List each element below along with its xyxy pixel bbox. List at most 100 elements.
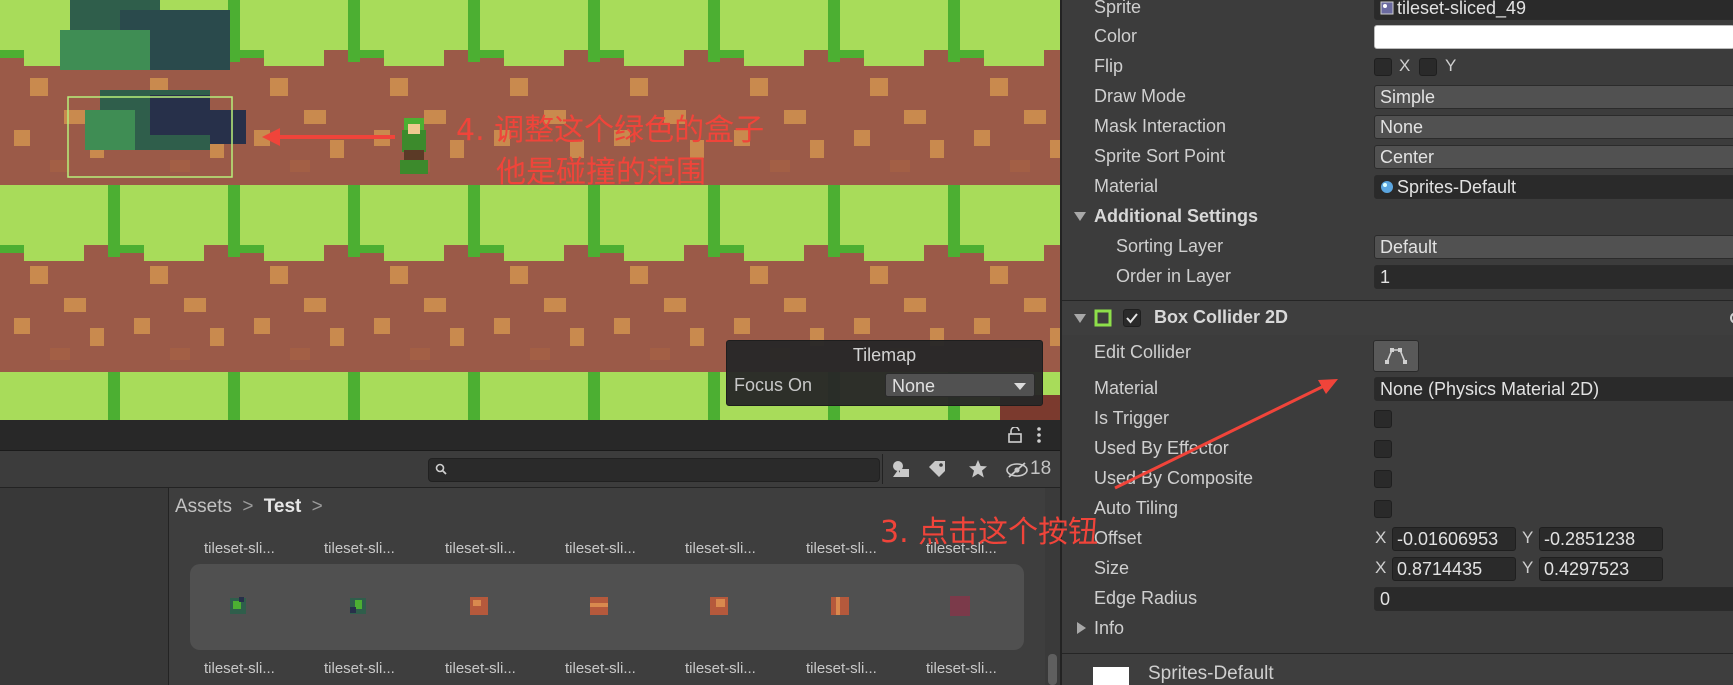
lock-icon[interactable]	[1008, 427, 1022, 443]
asset-label[interactable]: tileset-sli...	[445, 660, 516, 677]
dirt-spot	[750, 266, 768, 284]
grass-tile	[960, 0, 1060, 50]
material-row: Material Sprites-Default	[1062, 172, 1733, 202]
asset-label[interactable]: tileset-sli...	[565, 660, 636, 677]
breadcrumb-assets[interactable]: Assets	[175, 496, 232, 517]
scrollbar-thumb[interactable]	[1048, 654, 1057, 685]
grass-edge	[468, 0, 480, 62]
focus-on-dropdown[interactable]: None	[885, 373, 1035, 397]
grass-edge	[468, 185, 480, 257]
kebab-menu-icon[interactable]	[1036, 427, 1042, 443]
sprite-sort-point-dropdown[interactable]: Center	[1374, 145, 1733, 169]
collider-material-field[interactable]: None (Physics Material 2D)	[1374, 377, 1733, 401]
material-field[interactable]: Sprites-Default	[1374, 175, 1733, 199]
sprite-thumbnail[interactable]	[588, 595, 610, 617]
dirt-spot	[990, 78, 1008, 96]
sprite-thumbnail[interactable]	[708, 595, 730, 617]
grass-edge	[0, 50, 24, 58]
dirt-spot	[254, 318, 270, 334]
material-sphere-icon	[1381, 181, 1393, 193]
sprite-thumbnail[interactable]	[227, 595, 249, 617]
used-by-composite-checkbox[interactable]	[1374, 470, 1392, 488]
grass-tile	[624, 50, 684, 66]
asset-label[interactable]: tileset-sli...	[926, 660, 997, 677]
asset-label[interactable]: tileset-sli...	[806, 660, 877, 677]
collider-material-row: Material None (Physics Material 2D)	[1062, 374, 1733, 404]
asset-label[interactable]: tileset-sli...	[324, 660, 395, 677]
flip-y-checkbox[interactable]	[1419, 58, 1437, 76]
material-footer[interactable]: Sprites-Default	[1062, 653, 1733, 685]
asset-label[interactable]: tileset-sli...	[565, 540, 636, 557]
grass-edge	[348, 372, 360, 420]
dirt-shade	[650, 348, 670, 360]
favorite-star-icon[interactable]	[961, 455, 995, 483]
dirt-spot	[614, 318, 630, 334]
annotation-3: 3. 点击这个按钮	[880, 515, 1099, 550]
edit-collider-button[interactable]	[1373, 340, 1419, 372]
auto-tiling-checkbox[interactable]	[1374, 500, 1392, 518]
offset-y-input[interactable]: -0.2851238	[1539, 527, 1663, 551]
size-x-input[interactable]: 0.8714435	[1392, 557, 1516, 581]
asset-label[interactable]: tileset-sli...	[204, 540, 275, 557]
grass-edge	[108, 372, 120, 420]
grass-tile	[0, 185, 108, 245]
scene-view[interactable]: 4. 调整这个绿色的盒子 他是碰撞的范围 Tilemap Focus On No…	[0, 0, 1060, 420]
info-foldout[interactable]: Info	[1062, 614, 1733, 644]
asset-label[interactable]: tileset-sli...	[806, 540, 877, 557]
material-preview-swatch	[1093, 667, 1129, 685]
draw-mode-dropdown[interactable]: Simple	[1374, 85, 1733, 109]
sprite-thumbnail[interactable]	[949, 595, 971, 617]
color-swatch[interactable]	[1374, 25, 1733, 49]
foldout-arrow-icon[interactable]	[1074, 212, 1086, 221]
is-trigger-checkbox[interactable]	[1374, 410, 1392, 428]
asset-label[interactable]: tileset-sli...	[685, 660, 756, 677]
search-input[interactable]	[453, 460, 877, 480]
asset-label[interactable]: tileset-sli...	[324, 540, 395, 557]
mask-interaction-dropdown[interactable]: None	[1374, 115, 1733, 139]
dirt-spot	[664, 298, 686, 312]
used-by-effector-checkbox[interactable]	[1374, 440, 1392, 458]
offset-x-input[interactable]: -0.01606953	[1392, 527, 1516, 551]
edge-radius-input[interactable]: 0	[1374, 587, 1733, 611]
grass-edge	[828, 0, 840, 62]
sprite-thumbnail[interactable]	[829, 595, 851, 617]
expanded-sprite-sheet[interactable]	[190, 564, 1024, 650]
size-y-input[interactable]: 0.4297523	[1539, 557, 1663, 581]
asset-label[interactable]: tileset-sli...	[204, 660, 275, 677]
sprite-field[interactable]: tileset-sliced_49	[1374, 0, 1733, 20]
dirt-spot	[870, 266, 888, 284]
hidden-packages-button[interactable]: 18	[1004, 455, 1056, 483]
asset-label[interactable]: tileset-sli...	[685, 540, 756, 557]
dirt-spot	[134, 318, 150, 334]
component-settings-icon[interactable]	[1728, 310, 1733, 326]
grass-tile	[120, 372, 228, 420]
folder-tree[interactable]	[0, 488, 169, 685]
sprite-thumbnail[interactable]	[347, 595, 369, 617]
grass-tile	[360, 185, 468, 245]
filter-by-type-icon[interactable]	[884, 455, 918, 483]
filter-by-label-icon[interactable]	[920, 455, 954, 483]
sprite-sort-point-row: Sprite Sort Point Center	[1062, 142, 1733, 172]
grass-tile	[504, 50, 564, 66]
flip-x-checkbox[interactable]	[1374, 58, 1392, 76]
edit-collider-label: Edit Collider	[1094, 342, 1192, 362]
dirt-spot	[270, 266, 288, 284]
grass-edge	[708, 0, 720, 62]
sorting-layer-dropdown[interactable]: Default	[1374, 235, 1733, 259]
additional-settings-foldout[interactable]: Additional Settings	[1062, 202, 1733, 232]
grass-tile	[840, 185, 948, 245]
breadcrumb-test[interactable]: Test	[264, 496, 302, 517]
search-field[interactable]	[428, 458, 880, 482]
foldout-arrow-icon[interactable]	[1077, 622, 1086, 634]
box-collider-2d-header[interactable]: Box Collider 2D	[1062, 300, 1733, 335]
box-collider-enabled-checkbox[interactable]	[1123, 309, 1141, 327]
order-in-layer-input[interactable]: 1	[1374, 265, 1733, 289]
grass-edge	[360, 50, 384, 58]
sprite-thumbnail[interactable]	[468, 595, 490, 617]
grass-edge	[708, 372, 720, 420]
grass-tile	[720, 185, 828, 245]
asset-label[interactable]: tileset-sli...	[445, 540, 516, 557]
dirt-spot	[14, 318, 30, 334]
size-y-label: Y	[1522, 558, 1534, 577]
foldout-arrow-icon[interactable]	[1074, 314, 1086, 323]
